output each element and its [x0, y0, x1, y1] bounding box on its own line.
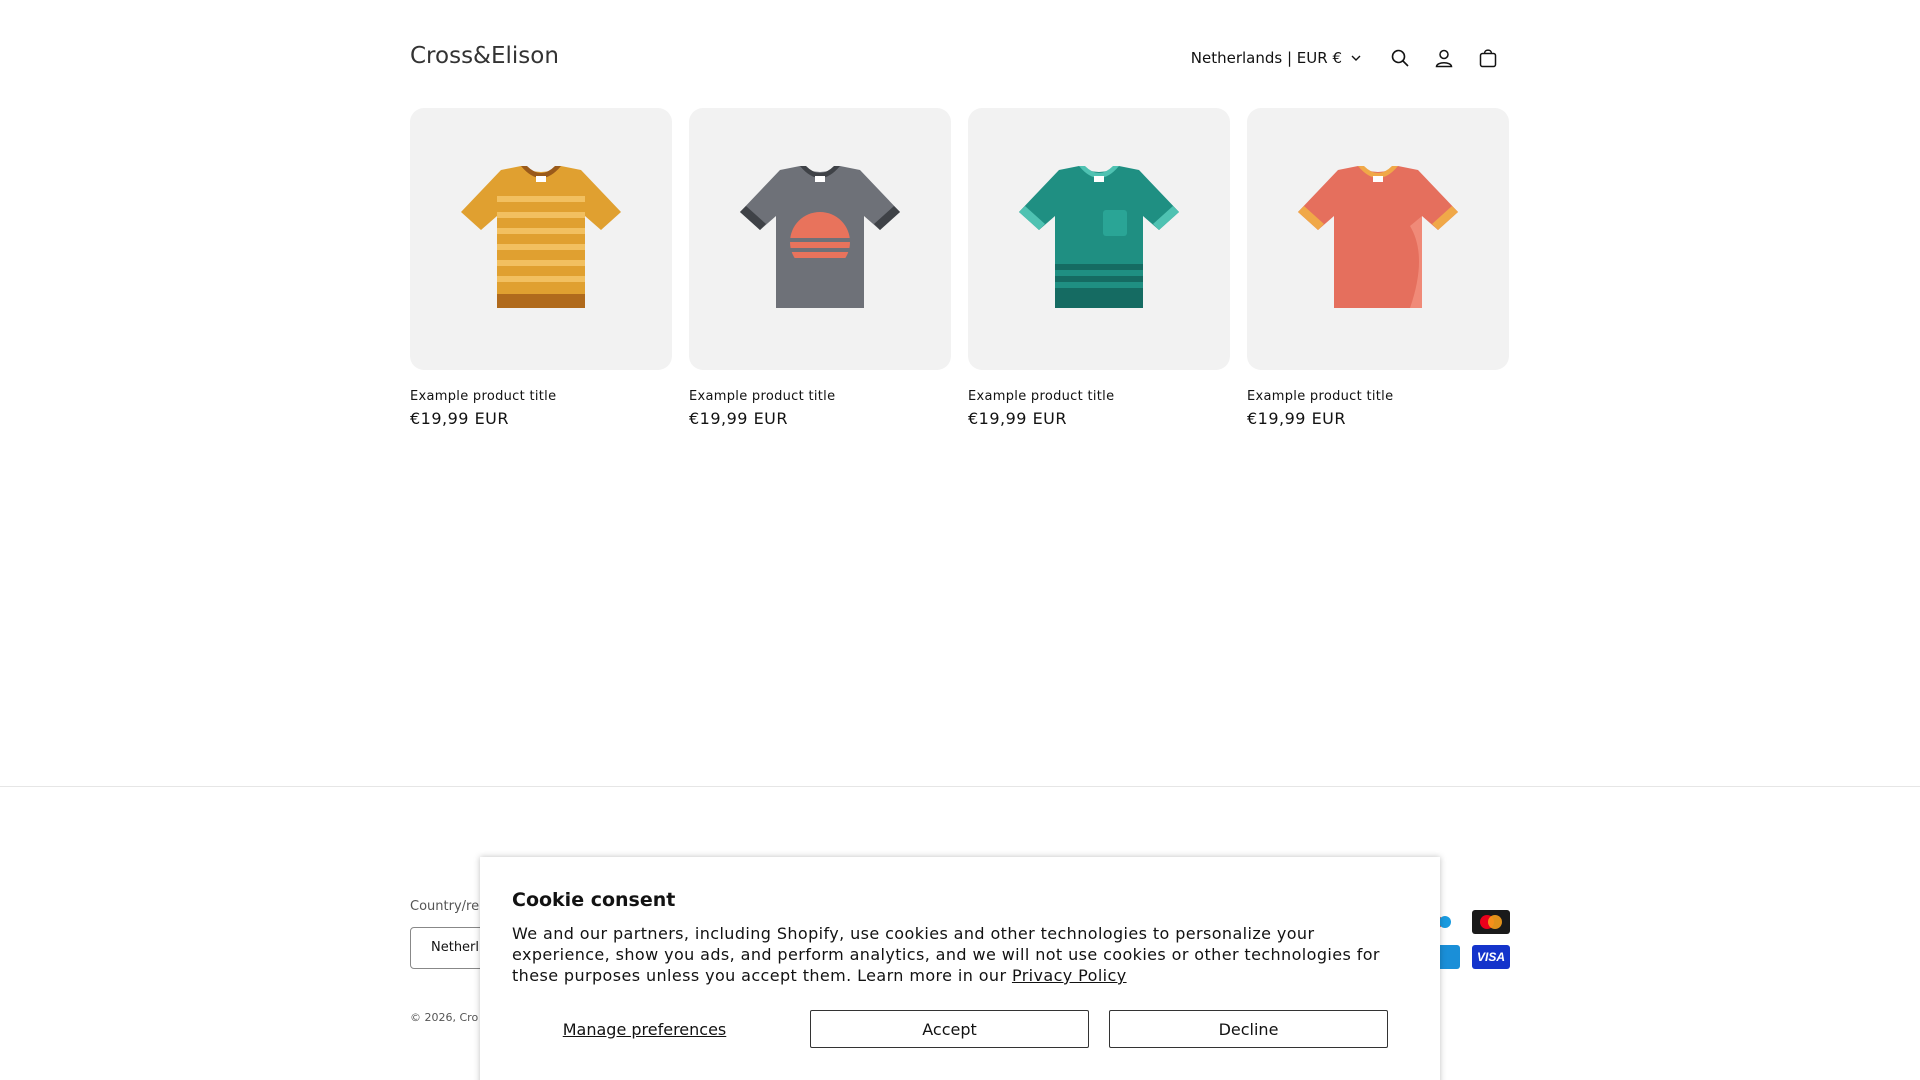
privacy-policy-link[interactable]: Privacy Policy [1012, 966, 1127, 985]
product-image[interactable] [410, 108, 672, 370]
mastercard-icon [1472, 910, 1510, 934]
product-title[interactable]: Example product title [1247, 389, 1509, 404]
product-grid: Example product title €19,99 EUR Example… [410, 108, 1510, 428]
tshirt-coral-icon [1298, 166, 1458, 308]
product-price: €19,99 EUR [410, 409, 510, 428]
product-card[interactable]: Example product title €19,99 EUR [968, 108, 1230, 428]
cookie-consent-dialog: Cookie consent We and our partners, incl… [480, 857, 1440, 1080]
product-price: €19,99 EUR [968, 409, 1068, 428]
product-title[interactable]: Example product title [968, 389, 1230, 404]
tshirt-orange-icon [461, 166, 621, 308]
product-image[interactable] [968, 108, 1230, 370]
product-image[interactable] [1247, 108, 1509, 370]
tshirt-gray-icon [740, 166, 900, 308]
visa-icon: VISA [1472, 945, 1510, 969]
product-image[interactable] [689, 108, 951, 370]
site-header: Cross&Elison Netherlands | EUR € [410, 34, 1510, 82]
manage-preferences-button[interactable]: Manage preferences [512, 1011, 777, 1047]
cookie-title: Cookie consent [512, 889, 676, 911]
product-card[interactable]: Example product title €19,99 EUR [689, 108, 951, 428]
cart-icon[interactable] [1466, 36, 1510, 80]
cookie-body: We and our partners, including Shopify, … [512, 923, 1392, 986]
locale-selector[interactable]: Netherlands | EUR € [1191, 49, 1362, 67]
account-icon[interactable] [1422, 36, 1466, 80]
product-card[interactable]: Example product title €19,99 EUR [410, 108, 672, 428]
copyright: © 2026, Cro [410, 1011, 479, 1024]
site-logo[interactable]: Cross&Elison [410, 43, 559, 69]
footer-divider [0, 786, 1920, 787]
cookie-body-text: We and our partners, including Shopify, … [512, 924, 1380, 985]
product-title[interactable]: Example product title [410, 389, 672, 404]
decline-button[interactable]: Decline [1109, 1010, 1388, 1048]
chevron-down-icon [1351, 55, 1361, 61]
header-actions: Netherlands | EUR € [1191, 34, 1510, 82]
product-title[interactable]: Example product title [689, 389, 951, 404]
accept-button[interactable]: Accept [810, 1010, 1089, 1048]
product-price: €19,99 EUR [1247, 409, 1347, 428]
country-label: Country/re [410, 899, 480, 914]
locale-label: Netherlands | EUR € [1190, 49, 1342, 67]
product-card[interactable]: Example product title €19,99 EUR [1247, 108, 1509, 428]
tshirt-teal-icon [1019, 166, 1179, 308]
product-price: €19,99 EUR [689, 409, 789, 428]
search-icon[interactable] [1378, 36, 1422, 80]
